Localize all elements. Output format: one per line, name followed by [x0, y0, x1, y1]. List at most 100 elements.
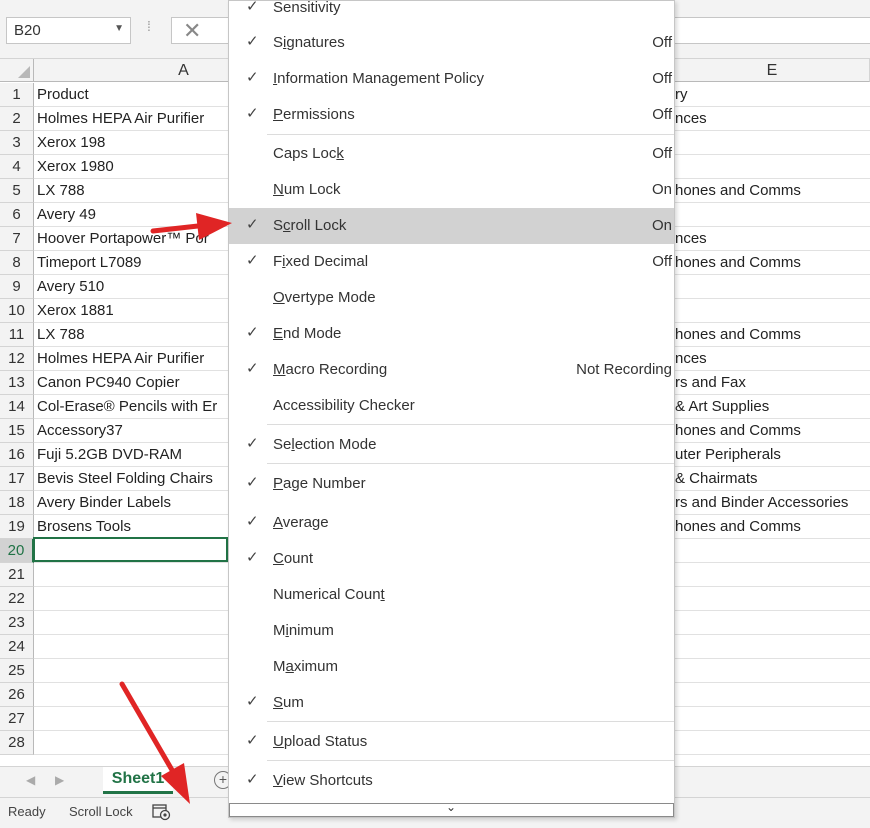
menu-more-button[interactable]: ⌄	[229, 800, 674, 817]
cell-e16[interactable]: uter Peripherals	[675, 446, 870, 463]
cell-e12[interactable]: nces	[675, 350, 870, 367]
menu-item-label: Count	[273, 550, 314, 567]
cell-a19[interactable]: Brosens Tools	[37, 518, 227, 535]
menu-item-information-management-policy[interactable]: ✓ Information Management Policy Off	[229, 61, 674, 97]
menu-item-accessibility-checker[interactable]: Accessibility Checker	[229, 388, 674, 424]
cell-e8[interactable]: hones and Comms	[675, 254, 870, 271]
accessibility-icon[interactable]	[152, 803, 172, 824]
cell-a11[interactable]: LX 788	[37, 326, 227, 343]
cell-a9[interactable]: Avery 510	[37, 278, 227, 295]
cell-a13[interactable]: Canon PC940 Copier	[37, 374, 227, 391]
cell-e13[interactable]: rs and Fax	[675, 374, 870, 391]
row-header-19[interactable]: 19	[0, 515, 34, 539]
menu-item-scroll-lock[interactable]: ✓ Scroll Lock On	[229, 208, 674, 244]
cell-a14[interactable]: Col-Erase® Pencils with Er	[37, 398, 227, 415]
cell-a7[interactable]: Hoover Portapower™ Por	[37, 230, 227, 247]
menu-item-sum[interactable]: ✓ Sum	[229, 685, 674, 721]
row-header-10[interactable]: 10	[0, 299, 34, 323]
row-header-5[interactable]: 5	[0, 179, 34, 203]
name-box[interactable]: B20 ▼	[6, 17, 131, 44]
checkmark-icon: ✓	[246, 69, 259, 86]
row-header-23[interactable]: 23	[0, 611, 34, 635]
cancel-icon[interactable]: ✕	[183, 18, 201, 44]
row-header-15[interactable]: 15	[0, 419, 34, 443]
row-header-13[interactable]: 13	[0, 371, 34, 395]
column-header-e[interactable]: E	[675, 59, 870, 82]
menu-item-end-mode[interactable]: ✓ End Mode	[229, 316, 674, 352]
row-header-12[interactable]: 12	[0, 347, 34, 371]
menu-item-caps-lock[interactable]: Caps Lock Off	[229, 136, 674, 172]
select-all-corner[interactable]	[0, 59, 34, 82]
formula-input[interactable]	[675, 17, 870, 44]
cell-a17[interactable]: Bevis Steel Folding Chairs	[37, 470, 227, 487]
active-cell-b20[interactable]	[33, 537, 228, 562]
row-header-26[interactable]: 26	[0, 683, 34, 707]
menu-item-num-lock[interactable]: Num Lock On	[229, 172, 674, 208]
row-header-9[interactable]: 9	[0, 275, 34, 299]
cell-a16[interactable]: Fuji 5.2GB DVD-RAM	[37, 446, 227, 463]
cell-e18[interactable]: rs and Binder Accessories	[675, 494, 870, 511]
cell-a5[interactable]: LX 788	[37, 182, 227, 199]
menu-item-macro-recording[interactable]: ✓ Macro Recording Not Recording	[229, 352, 674, 388]
row-header-11[interactable]: 11	[0, 323, 34, 347]
menu-item-minimum[interactable]: Minimum	[229, 613, 674, 649]
cell-a3[interactable]: Xerox 198	[37, 134, 227, 151]
cell-e2[interactable]: nces	[675, 110, 870, 127]
cell-a8[interactable]: Timeport L7089	[37, 254, 227, 271]
checkmark-icon: ✓	[246, 549, 259, 566]
cell-e14[interactable]: & Art Supplies	[675, 398, 870, 415]
cell-a2[interactable]: Holmes HEPA Air Purifier	[37, 110, 227, 127]
cell-e15[interactable]: hones and Comms	[675, 422, 870, 439]
row-header-21[interactable]: 21	[0, 563, 34, 587]
row-header-1[interactable]: 1	[0, 83, 34, 107]
row-header-18[interactable]: 18	[0, 491, 34, 515]
cell-a12[interactable]: Holmes HEPA Air Purifier	[37, 350, 227, 367]
menu-item-sensitivity[interactable]: ✓ Sensitivity	[229, 0, 674, 26]
row-header-24[interactable]: 24	[0, 635, 34, 659]
row-header-17[interactable]: 17	[0, 467, 34, 491]
previous-sheet-icon[interactable]: ◀	[26, 773, 35, 787]
menu-item-permissions[interactable]: ✓ Permissions Off	[229, 97, 674, 133]
row-header-7[interactable]: 7	[0, 227, 34, 251]
menu-item-maximum[interactable]: Maximum	[229, 649, 674, 685]
row-header-3[interactable]: 3	[0, 131, 34, 155]
row-header-20[interactable]: 20	[0, 539, 34, 563]
cell-a4[interactable]: Xerox 1980	[37, 158, 227, 175]
menu-item-signatures[interactable]: ✓ Signatures Off	[229, 25, 674, 61]
cell-e11[interactable]: hones and Comms	[675, 326, 870, 343]
cell-e7[interactable]: nces	[675, 230, 870, 247]
menu-item-fixed-decimal[interactable]: ✓ Fixed Decimal Off	[229, 244, 674, 280]
menu-item-average[interactable]: ✓ Average	[229, 505, 674, 541]
chevron-down-icon[interactable]: ▼	[114, 23, 124, 34]
row-header-4[interactable]: 4	[0, 155, 34, 179]
menu-item-label: Information Management Policy	[273, 70, 484, 87]
row-header-16[interactable]: 16	[0, 443, 34, 467]
cell-e1[interactable]: ry	[675, 86, 870, 103]
cell-a15[interactable]: Accessory37	[37, 422, 227, 439]
tab-sheet1[interactable]: Sheet1	[103, 767, 173, 794]
row-header-6[interactable]: 6	[0, 203, 34, 227]
menu-item-numerical-count[interactable]: Numerical Count	[229, 577, 674, 613]
cell-a1[interactable]: Product	[37, 86, 227, 103]
menu-item-overtype-mode[interactable]: Overtype Mode	[229, 280, 674, 316]
cell-a6[interactable]: Avery 49	[37, 206, 227, 223]
cell-e19[interactable]: hones and Comms	[675, 518, 870, 535]
cell-e5[interactable]: hones and Comms	[675, 182, 870, 199]
more-options-icon[interactable]: ⁞	[147, 18, 151, 34]
row-header-27[interactable]: 27	[0, 707, 34, 731]
row-header-28[interactable]: 28	[0, 731, 34, 755]
menu-item-count[interactable]: ✓ Count	[229, 541, 674, 577]
row-header-25[interactable]: 25	[0, 659, 34, 683]
menu-item-page-number[interactable]: ✓ Page Number	[229, 466, 674, 502]
row-header-14[interactable]: 14	[0, 395, 34, 419]
row-header-2[interactable]: 2	[0, 107, 34, 131]
cell-a10[interactable]: Xerox 1881	[37, 302, 227, 319]
row-header-8[interactable]: 8	[0, 251, 34, 275]
row-header-22[interactable]: 22	[0, 587, 34, 611]
cell-a18[interactable]: Avery Binder Labels	[37, 494, 227, 511]
menu-item-upload-status[interactable]: ✓ Upload Status	[229, 724, 674, 760]
next-sheet-icon[interactable]: ▶	[55, 773, 64, 787]
menu-item-view-shortcuts[interactable]: ✓ View Shortcuts	[229, 763, 674, 799]
cell-e17[interactable]: & Chairmats	[675, 470, 870, 487]
menu-item-selection-mode[interactable]: ✓ Selection Mode	[229, 427, 674, 463]
